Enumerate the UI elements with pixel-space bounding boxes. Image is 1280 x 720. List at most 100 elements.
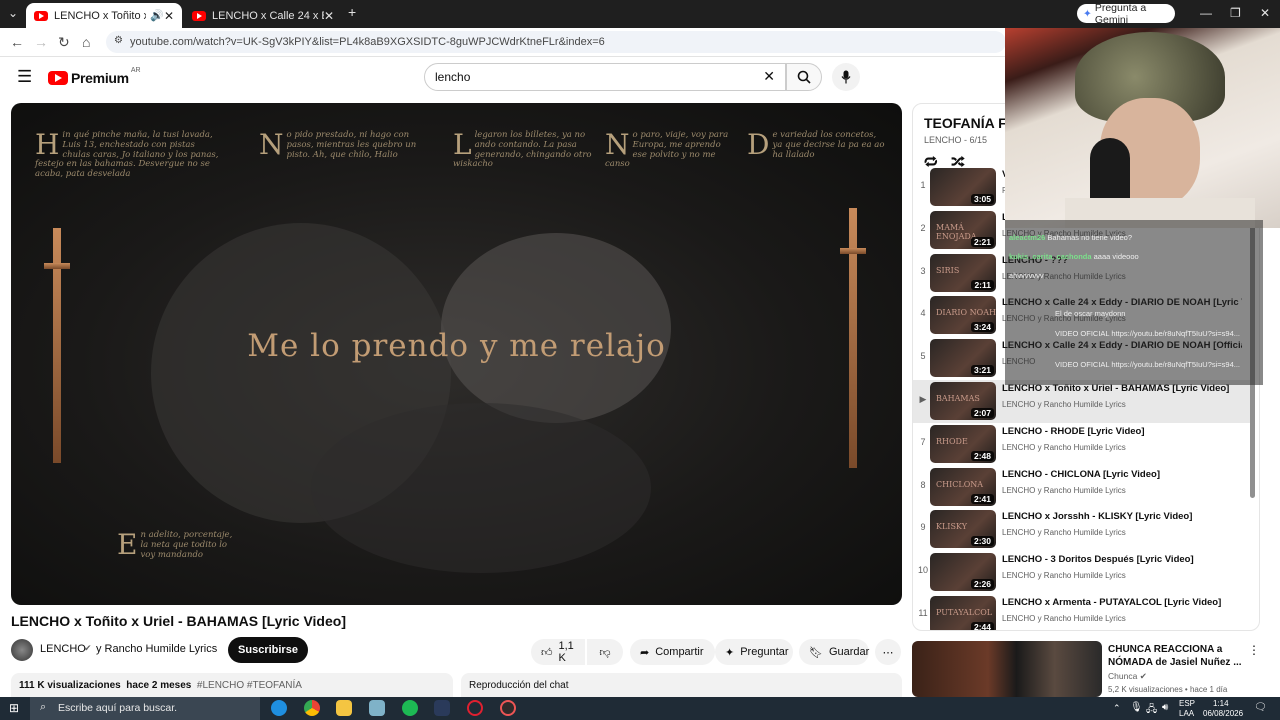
channel-extra[interactable]: y Rancho Humilde Lyrics	[96, 643, 217, 655]
playlist-item-channel: LENCHO y Rancho Humilde Lyrics	[1002, 485, 1126, 495]
keyboard-layout[interactable]: LAA	[1179, 709, 1194, 718]
browser-tabstrip: ⌄ LENCHO x Toñito x Uriel - B 🔊 ✕ LENCHO…	[0, 0, 1280, 28]
recommended-video[interactable]: CHUNCA REACCIONA a NÓMADA de Jasiel Nuñe…	[912, 641, 1260, 697]
minimize-icon[interactable]: —	[1200, 6, 1212, 20]
playlist-item-thumbnail[interactable]: MAMÁ ENOJADA 2:21	[930, 210, 996, 249]
playlist-item-title[interactable]: LENCHO - 3 Doritos Después [Lyric Video]	[1002, 554, 1242, 565]
video-player[interactable]: Hin qué pinche maña, la tusi lavada, Lui…	[11, 103, 902, 605]
channel-name[interactable]: LENCHO	[40, 643, 86, 655]
youtube-logo[interactable]: Premium AR	[48, 67, 141, 86]
playlist-item-index: ▶	[919, 394, 927, 404]
back-icon[interactable]: ←	[10, 34, 24, 50]
mic-tray-icon[interactable]: 🎙︎	[1130, 702, 1143, 713]
playlist-item[interactable]: 11 PUTAYALCOL 2:44 LENCHO x Armenta - PUTAY…	[913, 594, 1253, 630]
playlist-item[interactable]: 8 CHICLONA 2:41 LENCHO - CHICLONA [Lyric Vi…	[913, 466, 1253, 509]
channel-row: LENCHO ✔ y Rancho Humilde Lyrics Suscrib…	[11, 637, 902, 665]
playlist-item-index: 2	[920, 222, 926, 233]
audio-icon[interactable]: 🔊	[150, 9, 164, 22]
obs-icon[interactable]	[500, 700, 516, 716]
hashtags[interactable]: #LENCHO #TEOFANÍA	[197, 680, 302, 691]
save-button[interactable]: 🔖︎ Guardar	[799, 639, 869, 665]
chrome-icon[interactable]	[304, 700, 320, 716]
search-icon	[797, 70, 811, 84]
playlist-item-thumbnail[interactable]: CHICLONA 2:41	[930, 467, 996, 506]
playlist-item-thumbnail[interactable]: DIARIO NOAH 3:24	[930, 296, 996, 335]
reload-icon[interactable]: ↻	[58, 34, 70, 51]
app-icon[interactable]	[434, 700, 450, 716]
recommended-title[interactable]: CHUNCA REACCIONA a NÓMADA de Jasiel Nuñe…	[1108, 643, 1248, 669]
close-tab-icon[interactable]: ✕	[324, 9, 334, 23]
playlist-item-thumbnail[interactable]: SIRIS 2:11	[930, 253, 996, 292]
notifications-icon[interactable]: 🗨︎	[1254, 702, 1267, 713]
menu-icon[interactable]: ☰	[17, 67, 32, 87]
ask-button[interactable]: ✦ Preguntar	[715, 639, 793, 665]
clock-date[interactable]: 06/08/2026	[1203, 709, 1243, 718]
window-close-icon[interactable]: ✕	[1260, 6, 1270, 20]
playlist-item[interactable]: 7 RHODE 2:48 LENCHO - RHODE [Lyric Video] LE…	[913, 423, 1253, 466]
recommended-thumbnail[interactable]	[912, 641, 1102, 697]
restore-icon[interactable]: ❐	[1230, 6, 1241, 20]
description-box[interactable]: 111 K visualizaciones hace 2 meses #LENC…	[11, 673, 453, 697]
more-vertical-icon[interactable]: ⋮	[1248, 643, 1260, 657]
site-info-icon[interactable]: ⚙	[114, 35, 123, 46]
playlist-item-thumbnail[interactable]: 3:05	[930, 168, 996, 206]
playlist-title[interactable]: TEOFANÍA FU	[924, 115, 1017, 131]
new-tab-icon[interactable]: +	[348, 4, 356, 20]
recommended-channel[interactable]: Chunca ✔	[1108, 671, 1147, 682]
playlist-item[interactable]: 9 KLISKY 2:30 LENCHO x Jorsshh - KLISKY [Ly…	[913, 508, 1253, 551]
more-actions-button[interactable]: ⋯	[875, 639, 901, 665]
playlist-item-title[interactable]: LENCHO x Armenta - PUTAYALCOL [Lyric Vid…	[1002, 597, 1242, 608]
app-icon[interactable]	[369, 700, 385, 716]
youtube-favicon-icon	[34, 10, 48, 21]
gemini-icon: ✦	[1083, 7, 1092, 20]
playlist-item-title[interactable]: LENCHO x Jorsshh - KLISKY [Lyric Video]	[1002, 511, 1242, 522]
tab-search-icon[interactable]: ⌄	[8, 6, 18, 20]
chat-replay-box[interactable]: Reproducción del chat	[461, 673, 902, 697]
like-button[interactable]: 👍︎ 1,1 K	[531, 639, 585, 665]
spotify-icon[interactable]	[402, 700, 418, 716]
clear-search-icon[interactable]: ✕	[763, 68, 775, 85]
playlist-item-thumbnail[interactable]: 3:21	[930, 339, 996, 378]
tab-active[interactable]: LENCHO x Toñito x Uriel - B 🔊 ✕	[26, 3, 182, 28]
volume-icon[interactable]: 🔊︎	[1162, 702, 1168, 713]
thumbnail-text: KLISKY	[936, 522, 967, 532]
channel-avatar[interactable]	[11, 639, 33, 661]
save-label: Guardar	[828, 646, 870, 658]
voice-search-button[interactable]	[832, 63, 860, 91]
playlist-item-thumbnail[interactable]: RHODE 2:48	[930, 424, 996, 463]
playlist-item-thumbnail[interactable]: BAHAMAS 2:07	[930, 382, 996, 420]
dislike-button[interactable]: 👎︎	[587, 639, 623, 665]
tab-inactive[interactable]: LENCHO x Calle 24 x Eddy - DIA ✕	[184, 3, 342, 28]
playlist-item-title[interactable]: LENCHO - CHICLONA [Lyric Video]	[1002, 469, 1242, 480]
subscribe-button[interactable]: Suscribirse	[228, 637, 308, 663]
tray-chevron-icon[interactable]: ⌃	[1113, 703, 1121, 714]
playlist-item-title[interactable]: LENCHO - RHODE [Lyric Video]	[1002, 426, 1242, 437]
playlist-item[interactable]: ▶ BAHAMAS 2:07 LENCHO x Toñito x Uriel - BA…	[913, 380, 1253, 423]
chat-replay-label: Reproducción del chat	[469, 680, 569, 691]
search-input[interactable]: lencho ✕	[424, 63, 786, 91]
file-explorer-icon[interactable]	[336, 700, 352, 716]
duration-badge: 2:26	[970, 579, 994, 590]
search-button[interactable]	[786, 63, 822, 91]
network-icon[interactable]: 🖧	[1146, 702, 1157, 719]
share-button[interactable]: ➦ Compartir	[630, 639, 715, 665]
playlist-item[interactable]: 10 2:26 LENCHO - 3 Doritos Después [Lyric …	[913, 551, 1253, 594]
close-tab-icon[interactable]: ✕	[164, 9, 174, 23]
playlist-item-thumbnail[interactable]: KLISKY 2:30	[930, 510, 996, 549]
url-field[interactable]: ⚙ youtube.com/watch?v=UK-SgV3kPIY&list=P…	[106, 31, 1006, 53]
playlist-item-thumbnail[interactable]: 2:26	[930, 553, 996, 592]
taskbar-search[interactable]: ⌕ Escribe aquí para buscar.	[30, 697, 260, 720]
more-horizontal-icon: ⋯	[882, 646, 894, 659]
home-icon[interactable]: ⌂	[82, 34, 90, 50]
playlist-item-thumbnail[interactable]: PUTAYALCOL 2:44	[930, 596, 996, 630]
chat-message: aleactm26 Bahamas no tiene video?	[1009, 233, 1133, 242]
sparkle-icon: ✦	[725, 646, 735, 659]
language-code[interactable]: ESP	[1179, 699, 1195, 708]
edge-icon[interactable]	[271, 700, 287, 716]
opera-icon[interactable]	[467, 700, 483, 716]
windows-start-icon[interactable]: ⊞	[9, 701, 19, 715]
playlist-item-index: 9	[920, 522, 926, 533]
forward-icon[interactable]: →	[34, 34, 48, 50]
clock-time[interactable]: 1:14	[1213, 699, 1229, 708]
gemini-button[interactable]: ✦ Pregunta a Gemini	[1077, 2, 1175, 26]
